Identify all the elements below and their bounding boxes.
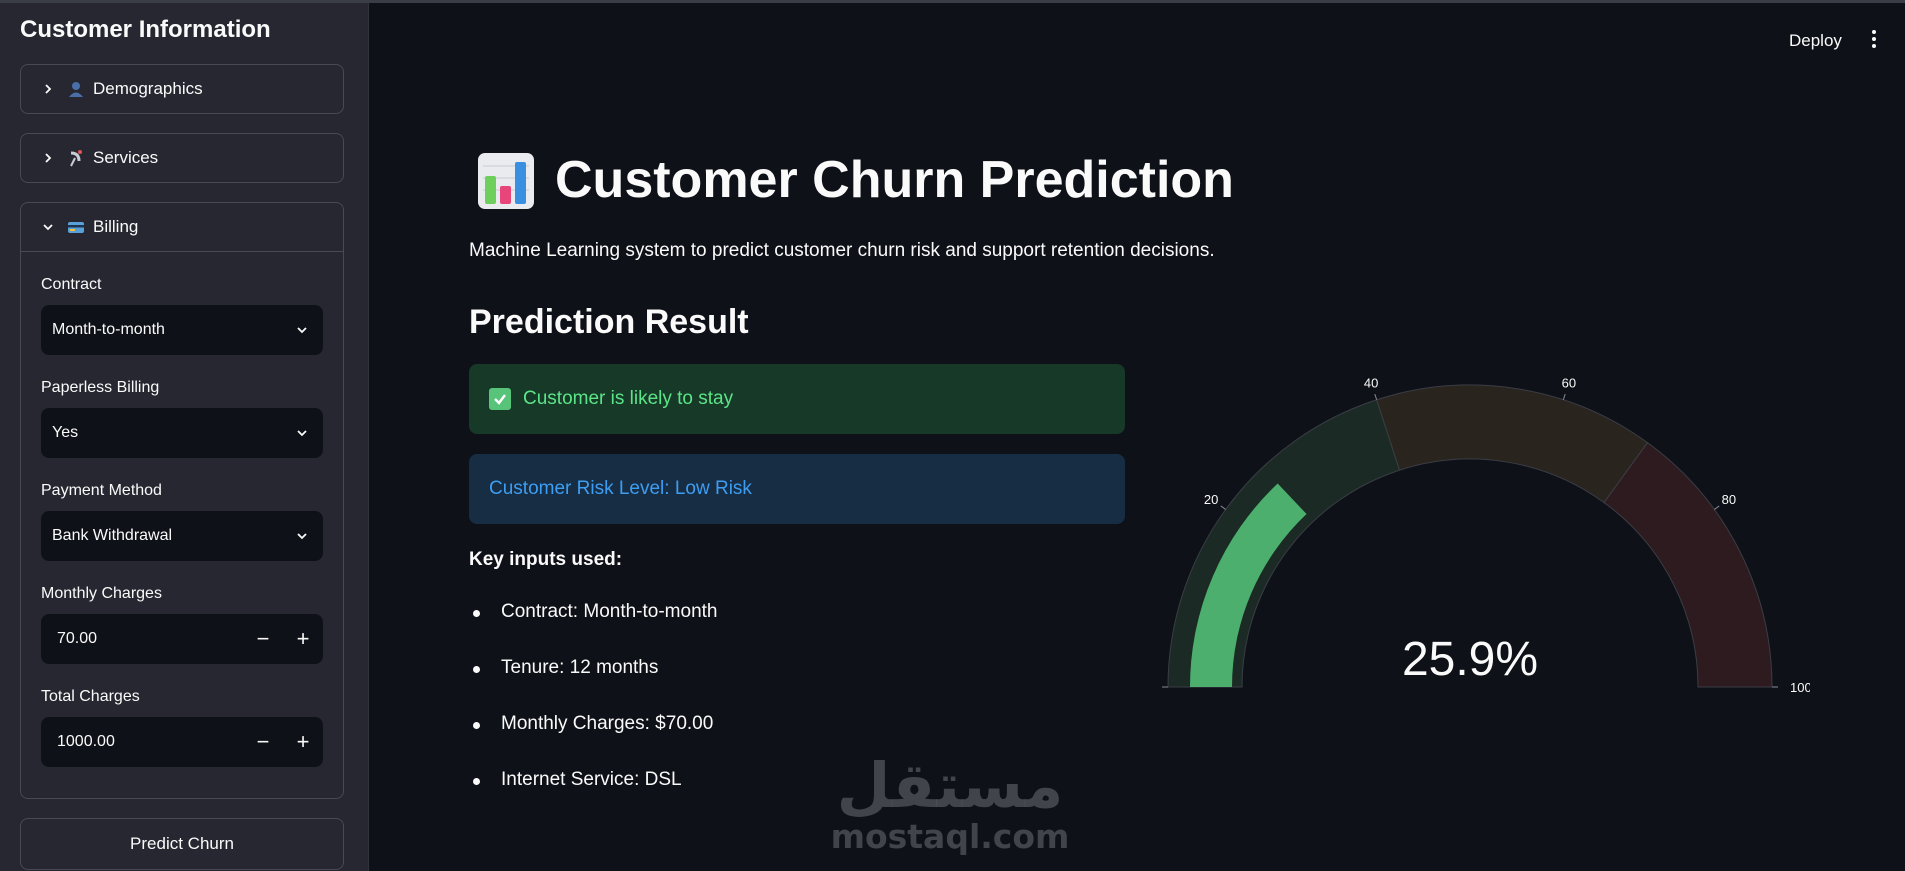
chevron-down-icon	[43, 224, 53, 231]
chevron-down-icon	[297, 533, 307, 540]
gauge-tick-label: 80	[1722, 492, 1736, 507]
billing-form: Contract Month-to-month Paperless Billin…	[21, 251, 343, 767]
risk-level-message: Customer Risk Level: Low Risk	[489, 478, 752, 499]
key-input-monthly-charges: Monthly Charges: $70.00	[501, 713, 714, 734]
chevron-down-icon	[297, 430, 307, 437]
gauge-tick	[1374, 393, 1378, 400]
gauge-band-2	[1603, 441, 1773, 688]
check-mark-icon	[489, 388, 511, 410]
paperless-billing-value: Yes	[52, 424, 79, 441]
gauge-tick-label: 40	[1364, 376, 1378, 391]
key-input-tenure: Tenure: 12 months	[501, 657, 659, 678]
watermark-latin: mostaql.com	[831, 817, 1070, 855]
watermark-arabic: مستقل	[837, 749, 1064, 822]
sidebar: Customer Information Demographics Servic…	[0, 3, 369, 871]
monthly-charges-input[interactable]: 70.00 − +	[41, 614, 323, 664]
monthly-charges-value[interactable]: 70.00	[41, 630, 243, 648]
expander-label-billing: Billing	[93, 217, 139, 236]
contract-label: Contract	[41, 276, 102, 293]
key-input-contract: Contract: Month-to-month	[501, 601, 718, 622]
prediction-result-heading: Prediction Result	[469, 303, 749, 341]
predict-churn-button[interactable]: Predict Churn	[20, 818, 344, 870]
list-item: Internet Service: DSL	[469, 769, 717, 825]
chevron-down-icon	[297, 327, 307, 334]
payment-method-select[interactable]: Bank Withdrawal	[41, 511, 323, 561]
risk-level-alert: Customer Risk Level: Low Risk	[469, 454, 1125, 524]
gauge-tick-label: 100	[1790, 680, 1810, 695]
page-subtitle: Machine Learning system to predict custo…	[469, 240, 1215, 261]
expander-header-billing[interactable]: Billing	[21, 203, 343, 251]
gauge-band-1	[1376, 384, 1649, 504]
mostaql-watermark: مستقل mostaql.com	[831, 749, 1070, 855]
expander-header-services[interactable]: Services	[21, 134, 343, 182]
page-title: Customer Churn Prediction	[555, 151, 1234, 209]
deploy-button[interactable]: Deploy	[1789, 31, 1842, 51]
paperless-billing-label: Paperless Billing	[41, 379, 160, 396]
payment-method-value: Bank Withdrawal	[52, 527, 173, 544]
success-message: Customer is likely to stay	[523, 388, 734, 409]
key-input-internet-service: Internet Service: DSL	[501, 769, 682, 790]
main-menu-icon[interactable]	[1868, 30, 1880, 52]
scrollbar[interactable]	[1900, 3, 1905, 871]
key-inputs-list: Contract: Month-to-month Tenure: 12 mont…	[469, 601, 717, 825]
total-charges-decrement-button[interactable]: −	[243, 717, 283, 767]
gauge-tick	[1220, 505, 1226, 510]
list-item: Monthly Charges: $70.00	[469, 713, 717, 769]
monthly-charges-decrement-button[interactable]: −	[243, 614, 283, 664]
monthly-charges-increment-button[interactable]: +	[283, 614, 323, 664]
chevron-right-icon	[45, 153, 52, 163]
gauge-value-label: 25.9%	[1402, 633, 1538, 686]
gauge-tick	[1714, 505, 1720, 510]
contract-value: Month-to-month	[52, 321, 165, 338]
churn-probability-gauge: 02040608010025.9%	[1162, 376, 1810, 695]
list-item: Tenure: 12 months	[469, 657, 717, 713]
key-inputs-heading: Key inputs used:	[469, 549, 623, 570]
expander-billing[interactable]: Billing Contract Month-to-month Paperles…	[20, 202, 344, 799]
sidebar-title: Customer Information	[20, 16, 271, 43]
gauge-tick	[1562, 393, 1566, 400]
total-charges-value[interactable]: 1000.00	[41, 733, 243, 751]
expander-label-demographics: Demographics	[93, 79, 203, 98]
monthly-charges-label: Monthly Charges	[41, 585, 162, 602]
contract-select[interactable]: Month-to-month	[41, 305, 323, 355]
payment-method-label: Payment Method	[41, 482, 162, 499]
list-item: Contract: Month-to-month	[469, 601, 717, 657]
satellite-antenna-icon	[70, 150, 82, 167]
total-charges-label: Total Charges	[41, 688, 140, 705]
bust-in-silhouette-icon	[69, 82, 83, 97]
expander-services[interactable]: Services	[20, 133, 344, 183]
total-charges-input[interactable]: 1000.00 − +	[41, 717, 323, 767]
credit-card-icon	[68, 222, 84, 233]
total-charges-increment-button[interactable]: +	[283, 717, 323, 767]
success-alert: Customer is likely to stay	[469, 364, 1125, 434]
paperless-billing-select[interactable]: Yes	[41, 408, 323, 458]
expander-header-demographics[interactable]: Demographics	[21, 65, 343, 113]
gauge-tick-label: 20	[1204, 492, 1218, 507]
chevron-right-icon	[45, 84, 52, 94]
bar-chart-icon	[478, 153, 534, 209]
gauge-tick-label: 60	[1562, 376, 1576, 391]
expander-label-services: Services	[93, 148, 159, 167]
expander-demographics[interactable]: Demographics	[20, 64, 344, 114]
